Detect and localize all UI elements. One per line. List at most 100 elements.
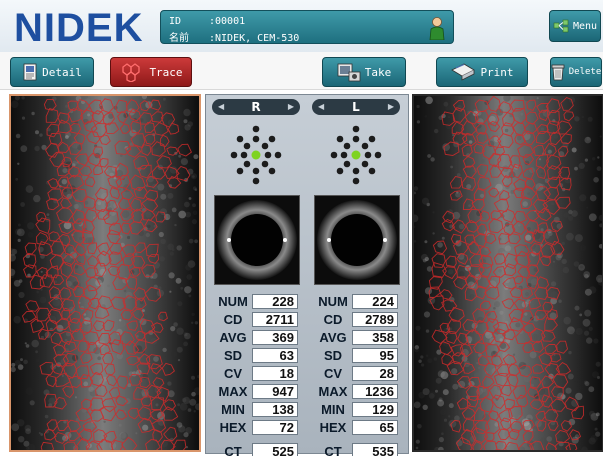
trace-button[interactable]: Trace: [110, 57, 192, 87]
stat-row: AVG 358: [314, 329, 400, 346]
menu-button[interactable]: Menu: [549, 10, 601, 42]
stat-row: MIN 138: [214, 401, 300, 418]
stat-value: 28: [352, 366, 398, 381]
stat-value: 65: [352, 420, 398, 435]
stat-row: HEX 65: [314, 419, 400, 436]
next-arrow-icon: ▶: [387, 102, 394, 111]
ct-row: CT 525: [214, 442, 300, 456]
patient-name-value: :NIDEK, CEM-530: [209, 33, 300, 44]
endothelium-micrograph: [414, 96, 602, 450]
left-eye-thumbnail[interactable]: [314, 195, 400, 285]
fixation-target-icon: [230, 125, 282, 185]
left-eye-endothelium-image[interactable]: [412, 94, 603, 452]
stat-row: CV 28: [314, 365, 400, 382]
eye-label-left: L: [352, 100, 360, 114]
fixation-target-icon: [330, 125, 382, 185]
stat-value: 63: [252, 348, 298, 363]
right-eye-thumbnail[interactable]: [214, 195, 300, 285]
stat-value: 1236: [352, 384, 398, 399]
brand-logo: NIDEK: [14, 6, 144, 50]
stat-label: AVG: [219, 330, 247, 345]
eye-tab-left[interactable]: ◀ L ▶: [312, 99, 400, 115]
analysis-area: ◀ R ▶ NUM 228 CD 2711 AVG 369 SD 63 CV 1…: [0, 90, 603, 456]
detail-icon: [23, 63, 37, 81]
patient-id-row: ID :00001: [169, 16, 245, 27]
stat-row: SD 63: [214, 347, 300, 364]
stat-value: 228: [252, 294, 298, 309]
stat-label: AVG: [319, 330, 347, 345]
right-eye-column: ◀ R ▶ NUM 228 CD 2711 AVG 369 SD 63 CV 1…: [212, 99, 304, 456]
eye-tab-right[interactable]: ◀ R ▶: [212, 99, 300, 115]
stat-row: SD 95: [314, 347, 400, 364]
stat-label: CD: [223, 312, 243, 327]
stat-label: MIN: [221, 402, 245, 417]
stat-row: HEX 72: [214, 419, 300, 436]
right-eye-stats: NUM 228 CD 2711 AVG 369 SD 63 CV 18 MAX 947 MI…: [214, 293, 300, 456]
stat-value: 138: [252, 402, 298, 417]
stat-value: 72: [252, 420, 298, 435]
take-button-label: Take: [364, 65, 392, 79]
stat-label: MAX: [218, 384, 248, 399]
stat-row: MIN 129: [314, 401, 400, 418]
patient-name-label: 名前: [169, 33, 189, 44]
stat-value: 947: [252, 384, 298, 399]
stat-label: SD: [323, 348, 343, 363]
patient-id-label: ID: [169, 16, 182, 27]
stat-row: NUM 224: [314, 293, 400, 310]
menu-icon: [553, 19, 569, 33]
stat-value: 2789: [352, 312, 398, 327]
print-icon: [451, 63, 476, 81]
ct-row: CT 535: [314, 442, 400, 456]
stat-value: 224: [352, 294, 398, 309]
ct-value: 525: [252, 443, 298, 456]
stat-row: NUM 228: [214, 293, 300, 310]
ct-value: 535: [352, 443, 398, 456]
ct-label: CT: [324, 444, 342, 456]
eye-label-right: R: [251, 100, 261, 114]
prev-arrow-icon: ◀: [218, 102, 225, 111]
detail-button-label: Detail: [42, 65, 82, 79]
stat-label: NUM: [318, 294, 348, 309]
next-arrow-icon: ▶: [287, 102, 294, 111]
stat-label: CV: [223, 366, 243, 381]
stat-row: MAX 947: [214, 383, 300, 400]
stat-row: AVG 369: [214, 329, 300, 346]
patient-id-value: :00001: [209, 16, 246, 27]
stat-value: 2711: [252, 312, 298, 327]
stat-label: NUM: [218, 294, 248, 309]
stat-value: 358: [352, 330, 398, 345]
right-eye-endothelium-image[interactable]: [9, 94, 201, 452]
detail-button[interactable]: Detail: [10, 57, 94, 87]
delete-button[interactable]: Delete: [550, 57, 602, 87]
trace-icon: [122, 63, 141, 82]
results-panel: ◀ R ▶ NUM 228 CD 2711 AVG 369 SD 63 CV 1…: [205, 94, 409, 456]
stat-label: SD: [223, 348, 243, 363]
stat-row: CV 18: [214, 365, 300, 382]
take-icon: [337, 63, 361, 82]
menu-button-label: Menu: [572, 20, 598, 32]
stat-value: 95: [352, 348, 398, 363]
left-eye-stats: NUM 224 CD 2789 AVG 358 SD 95 CV 28 MAX 1236 M…: [314, 293, 400, 456]
stat-label: CD: [323, 312, 343, 327]
stat-row: CD 2789: [314, 311, 400, 328]
prev-arrow-icon: ◀: [318, 102, 325, 111]
stat-row: MAX 1236: [314, 383, 400, 400]
person-icon: [429, 17, 445, 40]
print-button[interactable]: Print: [436, 57, 528, 87]
stat-label: MIN: [321, 402, 345, 417]
stat-label: HEX: [219, 420, 247, 435]
stat-label: CV: [323, 366, 343, 381]
stat-row: CD 2711: [214, 311, 300, 328]
delete-button-label: Delete: [568, 67, 602, 77]
stat-value: 369: [252, 330, 298, 345]
take-button[interactable]: Take: [322, 57, 406, 87]
eye-image-icon: [215, 196, 299, 284]
ct-label: CT: [224, 444, 242, 456]
patient-info-box: ID :00001 名前 :NIDEK, CEM-530: [160, 10, 454, 44]
stat-value: 129: [352, 402, 398, 417]
stat-label: HEX: [319, 420, 347, 435]
header: NIDEK ID :00001 名前 :NIDEK, CEM-530 Menu: [0, 0, 603, 52]
print-button-label: Print: [480, 65, 514, 79]
stat-value: 18: [252, 366, 298, 381]
left-eye-column: ◀ L ▶ NUM 224 CD 2789 AVG 358 SD 95 CV 2…: [312, 99, 404, 456]
